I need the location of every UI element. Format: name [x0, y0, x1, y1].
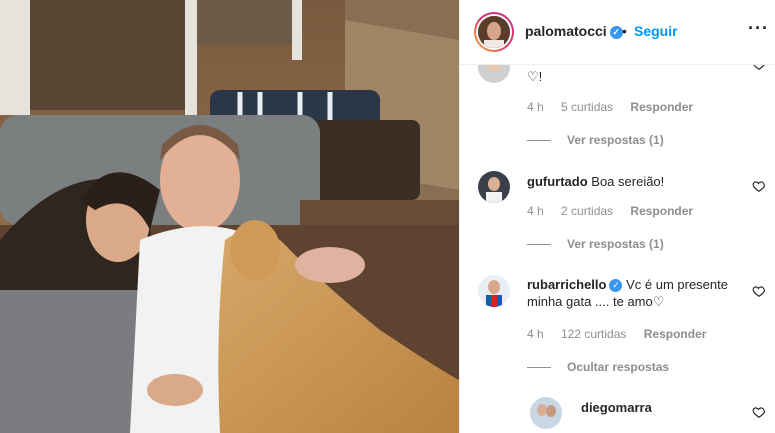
comment-time: 4 h	[527, 327, 544, 341]
comment-likes[interactable]: 122 curtidas	[561, 327, 626, 341]
like-heart-icon[interactable]	[752, 179, 766, 193]
post-photo-image	[0, 0, 459, 433]
like-heart-icon[interactable]	[752, 405, 766, 419]
verified-badge-icon: ✓	[609, 26, 623, 39]
more-options-icon[interactable]: ···	[748, 18, 769, 39]
comment-body-line1: Vc é um presente	[626, 277, 728, 292]
comment-avatar[interactable]	[478, 171, 510, 203]
comment-likes[interactable]: 5 curtidas	[561, 100, 613, 114]
comment-body-line2: minha gata .... te amo♡	[527, 294, 665, 309]
like-heart-icon[interactable]	[752, 284, 766, 298]
comments-list: ♡! 4 h 5 curtidas Responder Ver resposta…	[460, 65, 775, 433]
comment-time: 4 h	[527, 204, 544, 218]
comment-time: 4 h	[527, 100, 544, 114]
comment-meta: 4 h 122 curtidas Responder	[527, 327, 720, 341]
author-avatar[interactable]	[474, 12, 514, 52]
comment-text: gufurtado Boa sereião!	[527, 173, 737, 190]
verified-badge-icon: ✓	[609, 279, 623, 292]
view-replies-button[interactable]: Ver respostas (1)	[527, 133, 664, 147]
like-heart-icon[interactable]	[752, 65, 766, 71]
post-header: palomatocci ✓ • Seguir ···	[460, 0, 775, 65]
comment-text: rubarrichello ✓ Vc é um presente minha ga…	[527, 276, 737, 310]
comment-avatar[interactable]	[478, 65, 510, 83]
comments-panel: palomatocci ✓ • Seguir ··· ♡! 4 h 5 curti…	[459, 0, 775, 433]
header-separator: •	[622, 23, 627, 39]
reply-text: diegomarra	[581, 399, 775, 416]
reply-username[interactable]: diegomarra	[581, 400, 652, 415]
comment-meta: 4 h 2 curtidas Responder	[527, 204, 707, 218]
comment-text: ♡!	[527, 69, 543, 84]
view-replies-button[interactable]: Ver respostas (1)	[527, 237, 664, 251]
reply-avatar[interactable]	[530, 397, 562, 429]
reply-button[interactable]: Responder	[644, 327, 707, 341]
follow-button[interactable]: Seguir	[634, 23, 678, 39]
comment-username[interactable]: gufurtado	[527, 174, 588, 189]
reply-button[interactable]: Responder	[630, 204, 693, 218]
comment-meta: 4 h 5 curtidas Responder	[527, 100, 707, 114]
reply-button[interactable]: Responder	[630, 100, 693, 114]
comment-likes[interactable]: 2 curtidas	[561, 204, 613, 218]
author-username[interactable]: palomatocci ✓	[525, 23, 623, 39]
comment-avatar[interactable]	[478, 275, 510, 307]
comment-body: Boa sereião!	[591, 174, 665, 189]
post-photo[interactable]	[0, 0, 459, 433]
comment-username[interactable]: rubarrichello	[527, 277, 606, 292]
hide-replies-button[interactable]: Ocultar respostas	[527, 360, 669, 374]
